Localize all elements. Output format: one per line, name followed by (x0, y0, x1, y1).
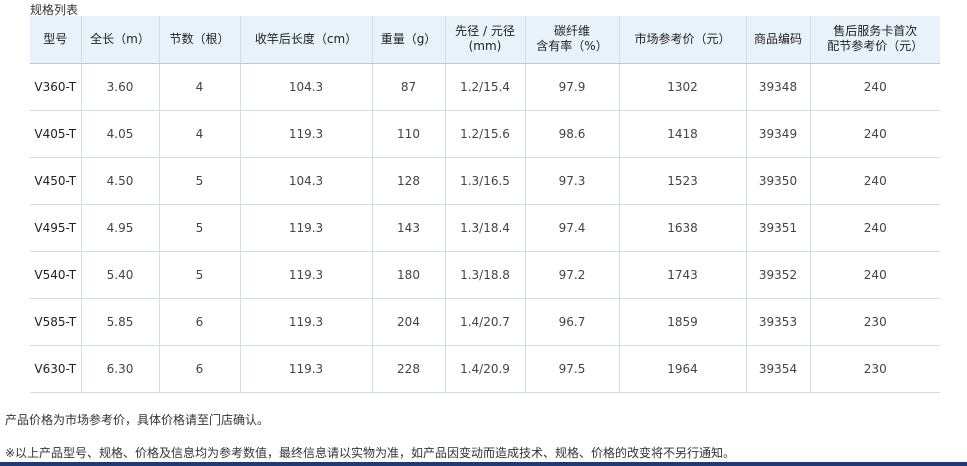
cell-closed-length: 119.3 (240, 298, 373, 346)
cell-service-price: 240 (810, 157, 940, 205)
header-service-price: 售后服务卡首次 配节参考价（元） (810, 16, 940, 64)
header-diameter-label: 先径 / 元径 (mm) (455, 24, 515, 54)
cell-code: 39352 (746, 251, 811, 299)
header-price: 市场参考价（元） (619, 16, 747, 64)
cell-sections: 5 (159, 251, 241, 299)
cell-price: 1418 (619, 110, 747, 158)
cell-service-price: 240 (810, 251, 940, 299)
header-length: 全长（m） (81, 16, 160, 64)
disclaimer-note: ※以上产品型号、规格、价格及信息均为参考数值，最终信息请以实物为准，如产品因变动… (5, 446, 736, 460)
cell-code: 39351 (746, 204, 811, 252)
cell-service-price: 240 (810, 110, 940, 158)
cell-code: 39348 (746, 63, 811, 111)
cell-model: V540-T (30, 251, 82, 299)
cell-closed-length: 104.3 (240, 63, 373, 111)
cell-model: V630-T (30, 345, 82, 393)
cell-model: V585-T (30, 298, 82, 346)
header-code: 商品编码 (746, 16, 811, 64)
cell-closed-length: 119.3 (240, 251, 373, 299)
cell-service-price: 240 (810, 63, 940, 111)
cell-closed-length: 119.3 (240, 204, 373, 252)
cell-carbon: 96.7 (525, 298, 620, 346)
cell-sections: 5 (159, 204, 241, 252)
table-row: V450-T 4.50 5 104.3 128 1.3/16.5 97.3 1523 39350… (30, 157, 940, 205)
cell-weight: 204 (372, 298, 446, 346)
cell-diameter: 1.3/18.8 (445, 251, 526, 299)
header-service-price-label: 售后服务卡首次 配节参考价（元） (827, 24, 924, 54)
cell-weight: 228 (372, 345, 446, 393)
cell-closed-length: 119.3 (240, 345, 373, 393)
header-model: 型号 (30, 16, 82, 64)
cell-diameter: 1.3/18.4 (445, 204, 526, 252)
cell-diameter: 1.4/20.7 (445, 298, 526, 346)
cell-weight: 110 (372, 110, 446, 158)
table-row: V360-T 3.60 4 104.3 87 1.2/15.4 97.9 1302 39348 2… (30, 63, 940, 111)
header-carbon-label: 碳纤维 含有率（%） (536, 24, 608, 54)
cell-diameter: 1.4/20.9 (445, 345, 526, 393)
cell-length: 5.40 (81, 251, 160, 299)
cell-service-price: 230 (810, 345, 940, 393)
cell-carbon: 97.2 (525, 251, 620, 299)
table-row: V585-T 5.85 6 119.3 204 1.4/20.7 96.7 1859 39353… (30, 298, 940, 346)
cell-service-price: 230 (810, 298, 940, 346)
cell-carbon: 97.4 (525, 204, 620, 252)
cell-price: 1302 (619, 63, 747, 111)
header-carbon: 碳纤维 含有率（%） (525, 16, 620, 64)
spec-table: 型号 全长（m） 节数（根） 收竿后长度（cm） 重量（g） 先径 / 元径 (… (30, 16, 940, 393)
header-closed-length: 收竿后长度（cm） (240, 16, 373, 64)
cell-weight: 128 (372, 157, 446, 205)
header-sections: 节数（根） (159, 16, 241, 64)
cell-diameter: 1.2/15.4 (445, 63, 526, 111)
cell-carbon: 97.9 (525, 63, 620, 111)
cell-code: 39353 (746, 298, 811, 346)
cell-model: V450-T (30, 157, 82, 205)
cell-length: 4.95 (81, 204, 160, 252)
cell-diameter: 1.3/16.5 (445, 157, 526, 205)
cell-sections: 5 (159, 157, 241, 205)
cell-carbon: 97.5 (525, 345, 620, 393)
cell-code: 39350 (746, 157, 811, 205)
cell-sections: 6 (159, 345, 241, 393)
table-row: V540-T 5.40 5 119.3 180 1.3/18.8 97.2 1743 39352… (30, 251, 940, 299)
cell-carbon: 97.3 (525, 157, 620, 205)
cell-length: 5.85 (81, 298, 160, 346)
cell-model: V495-T (30, 204, 82, 252)
cell-price: 1964 (619, 345, 747, 393)
cell-code: 39354 (746, 345, 811, 393)
cell-sections: 4 (159, 110, 241, 158)
cell-price: 1523 (619, 157, 747, 205)
bottom-divider (0, 462, 967, 466)
cell-price: 1638 (619, 204, 747, 252)
cell-carbon: 98.6 (525, 110, 620, 158)
table-header-row: 型号 全长（m） 节数（根） 收竿后长度（cm） 重量（g） 先径 / 元径 (… (30, 16, 940, 64)
cell-sections: 6 (159, 298, 241, 346)
cell-model: V405-T (30, 110, 82, 158)
table-row: V495-T 4.95 5 119.3 143 1.3/18.4 97.4 1638 39351… (30, 204, 940, 252)
cell-weight: 143 (372, 204, 446, 252)
cell-sections: 4 (159, 63, 241, 111)
price-note: 产品价格为市场参考价，具体价格请至门店确认。 (5, 413, 270, 427)
table-row: V630-T 6.30 6 119.3 228 1.4/20.9 97.5 1964 39354… (30, 345, 940, 393)
table-row: V405-T 4.05 4 119.3 110 1.2/15.6 98.6 1418 39349… (30, 110, 940, 158)
cell-service-price: 240 (810, 204, 940, 252)
cell-code: 39349 (746, 110, 811, 158)
cell-price: 1859 (619, 298, 747, 346)
header-weight: 重量（g） (372, 16, 446, 64)
cell-model: V360-T (30, 63, 82, 111)
cell-diameter: 1.2/15.6 (445, 110, 526, 158)
header-diameter: 先径 / 元径 (mm) (445, 16, 526, 64)
cell-weight: 180 (372, 251, 446, 299)
cell-length: 6.30 (81, 345, 160, 393)
cell-length: 4.05 (81, 110, 160, 158)
cell-price: 1743 (619, 251, 747, 299)
cell-weight: 87 (372, 63, 446, 111)
cell-closed-length: 104.3 (240, 157, 373, 205)
cell-length: 3.60 (81, 63, 160, 111)
cell-length: 4.50 (81, 157, 160, 205)
cell-closed-length: 119.3 (240, 110, 373, 158)
